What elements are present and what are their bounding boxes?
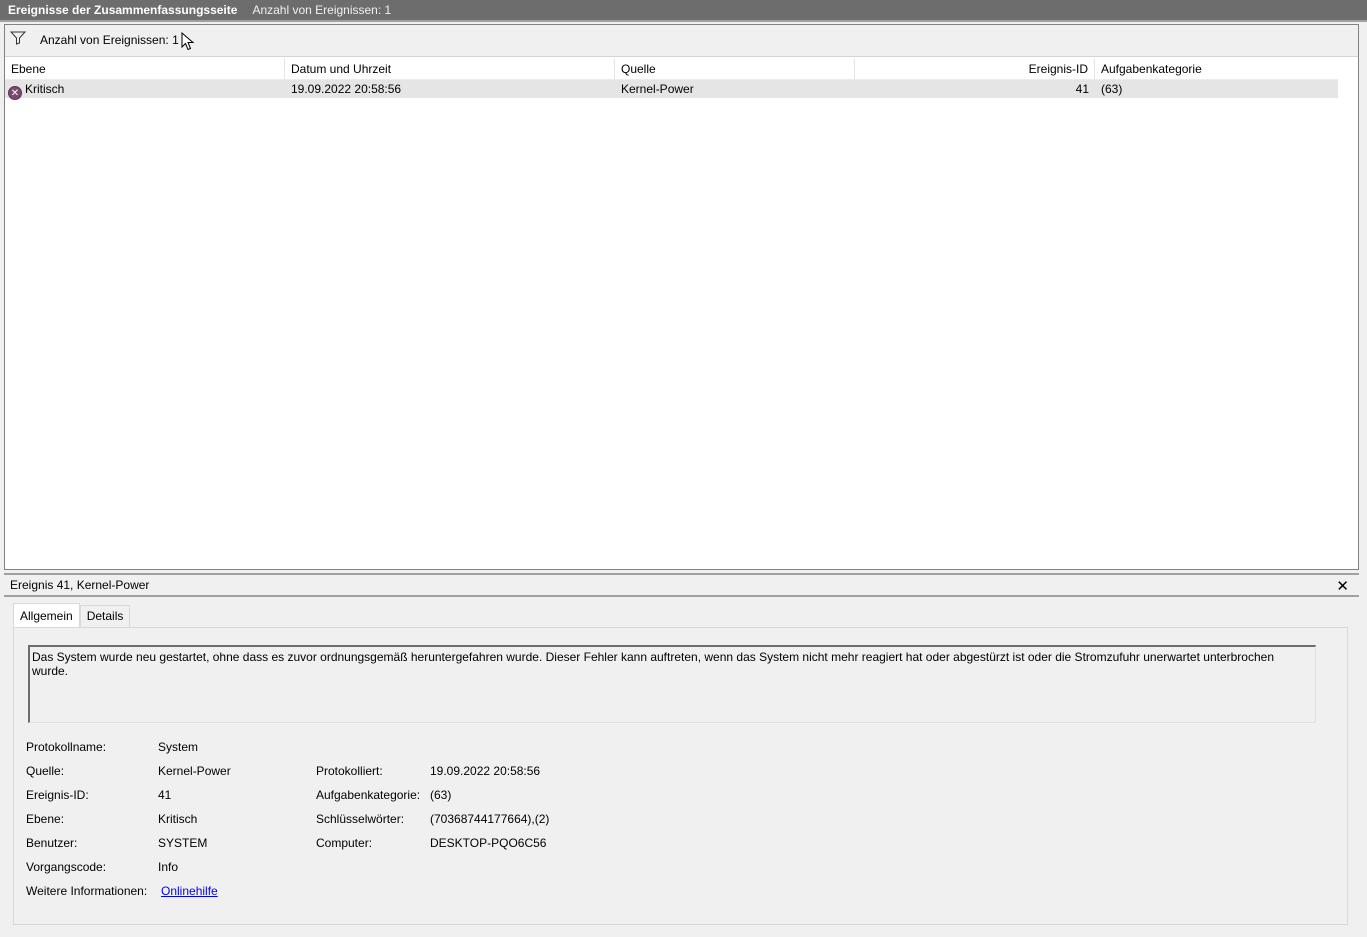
mouse-cursor-icon	[181, 32, 195, 51]
vertical-scrollbar-track[interactable]	[1338, 58, 1358, 569]
cell-source: Kernel-Power	[621, 82, 694, 96]
column-header-event-id[interactable]: Ereignis-ID	[855, 58, 1095, 79]
filter-bar: Anzahl von Ereignissen: 1	[5, 25, 1358, 57]
event-detail-header: Ereignis 41, Kernel-Power ✕	[4, 575, 1359, 597]
tab-details[interactable]: Details	[79, 605, 131, 627]
filter-count-label: Anzahl von Ereignissen: 1	[40, 33, 179, 47]
cell-task-category: (63)	[1101, 82, 1123, 96]
table-row[interactable]: ✕ Kritisch 19.09.2022 20:58:56 Kernel-Pow…	[5, 80, 1338, 100]
prop-label-event-id: Ereignis-ID:	[26, 788, 89, 802]
prop-label-logged: Protokolliert:	[316, 764, 383, 778]
cell-datetime: 19.09.2022 20:58:56	[291, 82, 402, 96]
prop-value-source: Kernel-Power	[158, 764, 231, 778]
prop-value-keywords: (70368744177664),(2)	[430, 812, 550, 826]
close-icon[interactable]: ✕	[1336, 577, 1349, 595]
prop-value-log-name: System	[158, 740, 199, 754]
event-detail-pane: Ereignis 41, Kernel-Power ✕ Allgemein De…	[4, 573, 1359, 929]
cell-level-text: Kritisch	[25, 82, 65, 96]
prop-label-user: Benutzer:	[26, 836, 78, 850]
prop-label-level: Ebene:	[26, 812, 65, 826]
cell-level: ✕ Kritisch	[5, 80, 285, 100]
column-header-task-category[interactable]: Aufgabenkategorie	[1095, 58, 1338, 79]
prop-label-opcode: Vorgangscode:	[26, 860, 107, 874]
column-header-level[interactable]: Ebene	[5, 58, 285, 79]
events-pane: Anzahl von Ereignissen: 1 Ebene Datum un…	[4, 24, 1359, 570]
summary-titlebar: Ereignisse der Zusammenfassungsseite Anz…	[0, 0, 1367, 22]
prop-value-task-category: (63)	[430, 788, 452, 802]
events-table: Ebene Datum und Uhrzeit Quelle Ereignis-…	[5, 58, 1338, 100]
prop-label-log-name: Protokollname:	[26, 740, 107, 754]
column-header-datetime[interactable]: Datum und Uhrzeit	[285, 58, 615, 79]
prop-label-keywords: Schlüsselwörter:	[316, 812, 405, 826]
table-header: Ebene Datum und Uhrzeit Quelle Ereignis-…	[5, 58, 1338, 80]
prop-value-level: Kritisch	[158, 812, 198, 826]
prop-label-more-info: Weitere Informationen:	[26, 884, 148, 898]
event-description[interactable]: Das System wurde neu gestartet, ohne das…	[28, 645, 1316, 723]
prop-value-event-id: 41	[158, 788, 172, 802]
summary-event-count: Anzahl von Ereignissen: 1	[252, 3, 392, 17]
online-help-link[interactable]: Onlinehilfe	[161, 884, 218, 898]
cell-event-id: 41	[1075, 82, 1089, 96]
prop-label-source: Quelle:	[26, 764, 65, 778]
detail-tabs: Allgemein Details	[13, 603, 131, 627]
event-detail-title: Ereignis 41, Kernel-Power	[10, 578, 150, 592]
prop-value-user: SYSTEM	[158, 836, 208, 850]
column-header-source[interactable]: Quelle	[615, 58, 855, 79]
filter-icon[interactable]	[10, 31, 26, 45]
prop-label-computer: Computer:	[316, 836, 373, 850]
prop-value-opcode: Info	[158, 860, 179, 874]
prop-value-logged: 19.09.2022 20:58:56	[430, 764, 541, 778]
tab-panel-general: Das System wurde neu gestartet, ohne das…	[13, 627, 1348, 925]
tab-allgemein[interactable]: Allgemein	[13, 603, 80, 627]
prop-value-computer: DESKTOP-PQO6C56	[430, 836, 547, 850]
summary-title: Ereignisse der Zusammenfassungsseite	[8, 3, 238, 17]
prop-label-task-category: Aufgabenkategorie:	[316, 788, 421, 802]
critical-error-icon: ✕	[8, 86, 22, 100]
